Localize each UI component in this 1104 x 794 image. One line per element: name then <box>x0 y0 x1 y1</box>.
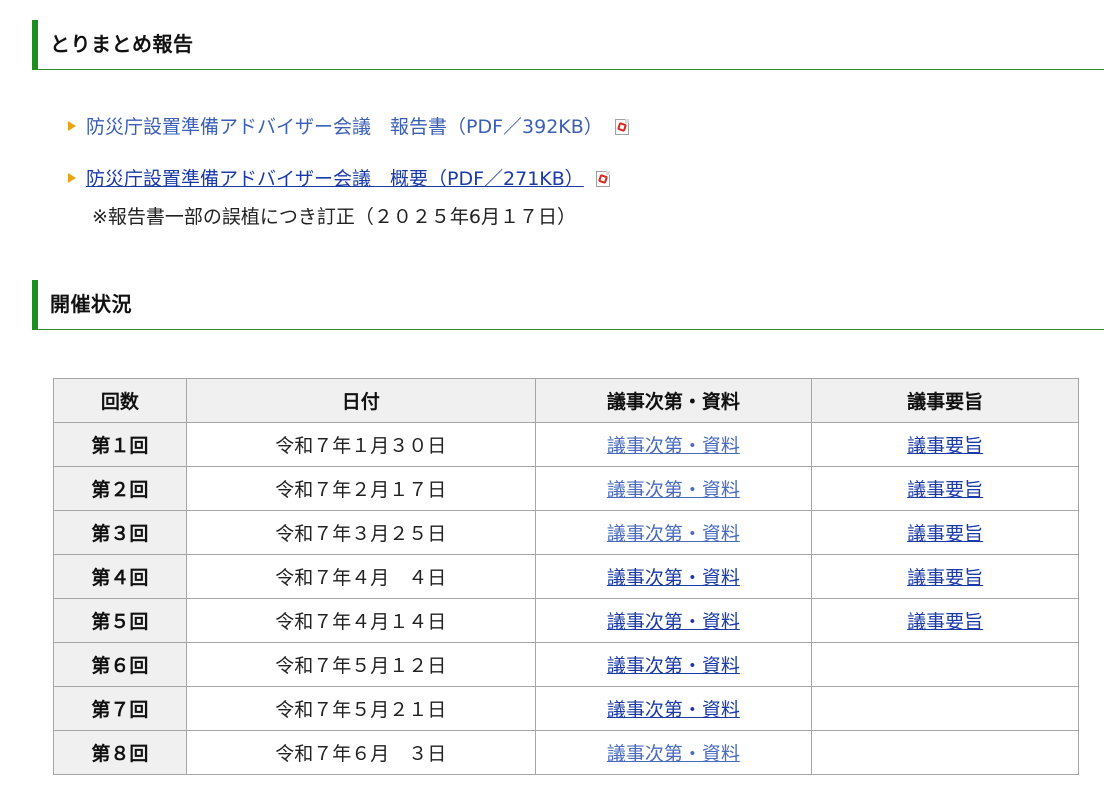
date-cell: 令和７年３月２５日 <box>185 510 536 555</box>
summary-cell: 議事要旨 <box>811 466 1079 511</box>
summary-cell: 議事要旨 <box>811 554 1079 599</box>
agenda-cell: 議事次第・資料 <box>534 730 813 775</box>
agenda-cell: 議事次第・資料 <box>534 554 813 599</box>
date-cell: 令和７年２月１７日 <box>185 466 536 511</box>
table-row: 第４回 令和７年４月 ４日 議事次第・資料 議事要旨 <box>53 554 1079 599</box>
column-header-summary: 議事要旨 <box>811 378 1079 423</box>
agenda-cell: 議事次第・資料 <box>534 510 813 555</box>
round-cell: 第３回 <box>53 510 187 555</box>
agenda-link[interactable]: 議事次第・資料 <box>607 523 740 545</box>
agenda-link[interactable]: 議事次第・資料 <box>607 743 740 765</box>
summary-section-title: とりまとめ報告 <box>50 32 194 56</box>
agenda-link[interactable]: 議事次第・資料 <box>607 479 740 501</box>
document-list: 防災庁設置準備アドバイザー会議 報告書（PDF／392KB） 防災庁設置準備アド… <box>68 114 1068 192</box>
agenda-link[interactable]: 議事次第・資料 <box>607 611 740 633</box>
date-cell: 令和７年４月１４日 <box>185 598 536 643</box>
summary-cell: 議事要旨 <box>811 510 1079 555</box>
table-row: 第３回 令和７年３月２５日 議事次第・資料 議事要旨 <box>53 510 1079 555</box>
pdf-icon <box>595 170 610 187</box>
round-cell: 第４回 <box>53 554 187 599</box>
summary-link[interactable]: 議事要旨 <box>907 435 983 457</box>
summary-cell: 議事要旨 <box>811 422 1079 467</box>
round-cell: 第２回 <box>53 466 187 511</box>
table-row: 第１回 令和７年１月３０日 議事次第・資料 議事要旨 <box>53 422 1079 467</box>
agenda-cell: 議事次第・資料 <box>534 466 813 511</box>
round-cell: 第１回 <box>53 422 187 467</box>
agenda-cell: 議事次第・資料 <box>534 642 813 687</box>
round-cell: 第５回 <box>53 598 187 643</box>
summary-link[interactable]: 議事要旨 <box>907 479 983 501</box>
meetings-section-heading: 開催状況 <box>32 280 1104 330</box>
table-row: 第２回 令和７年２月１７日 議事次第・資料 議事要旨 <box>53 466 1079 511</box>
summary-cell <box>811 642 1079 687</box>
agenda-link[interactable]: 議事次第・資料 <box>607 699 740 721</box>
column-header-date: 日付 <box>185 378 536 423</box>
agenda-cell: 議事次第・資料 <box>534 422 813 467</box>
date-cell: 令和７年５月２１日 <box>185 686 536 731</box>
summary-cell: 議事要旨 <box>811 598 1079 643</box>
erratum-note: ※報告書一部の誤植につき訂正（２０２５年6月１７日） <box>92 206 577 228</box>
date-cell: 令和７年５月１２日 <box>185 642 536 687</box>
table-row: 第８回 令和７年６月 ３日 議事次第・資料 <box>53 730 1079 775</box>
pdf-icon <box>614 118 629 135</box>
agenda-link[interactable]: 議事次第・資料 <box>607 567 740 589</box>
table-row: 第７回 令和７年５月２１日 議事次第・資料 <box>53 686 1079 731</box>
summary-link[interactable]: 議事要旨 <box>907 523 983 545</box>
summary-section-heading: とりまとめ報告 <box>32 20 1104 70</box>
agenda-link[interactable]: 議事次第・資料 <box>607 435 740 457</box>
date-cell: 令和７年１月３０日 <box>185 422 536 467</box>
round-cell: 第８回 <box>53 730 187 775</box>
table-row: 第５回 令和７年４月１４日 議事次第・資料 議事要旨 <box>53 598 1079 643</box>
list-item: 防災庁設置準備アドバイザー会議 概要（PDF／271KB） <box>68 166 1068 192</box>
summary-cell <box>811 730 1079 775</box>
date-cell: 令和７年４月 ４日 <box>185 554 536 599</box>
date-cell: 令和７年６月 ３日 <box>185 730 536 775</box>
table-header-row: 回数 日付 議事次第・資料 議事要旨 <box>53 378 1079 423</box>
overview-pdf-link[interactable]: 防災庁設置準備アドバイザー会議 概要（PDF／271KB） <box>86 168 584 190</box>
summary-cell <box>811 686 1079 731</box>
triangle-bullet-icon <box>68 120 76 131</box>
round-cell: 第６回 <box>53 642 187 687</box>
agenda-cell: 議事次第・資料 <box>534 598 813 643</box>
agenda-link[interactable]: 議事次第・資料 <box>607 655 740 677</box>
summary-link[interactable]: 議事要旨 <box>907 567 983 589</box>
table-row: 第６回 令和７年５月１２日 議事次第・資料 <box>53 642 1079 687</box>
summary-link[interactable]: 議事要旨 <box>907 611 983 633</box>
round-cell: 第７回 <box>53 686 187 731</box>
triangle-bullet-icon <box>68 172 76 183</box>
list-item: 防災庁設置準備アドバイザー会議 報告書（PDF／392KB） <box>68 114 1068 140</box>
report-pdf-link[interactable]: 防災庁設置準備アドバイザー会議 報告書（PDF／392KB） <box>86 116 603 138</box>
column-header-agenda: 議事次第・資料 <box>534 378 813 423</box>
meeting-status-table: 回数 日付 議事次第・資料 議事要旨 第１回 令和７年１月３０日 議事次第・資料… <box>53 378 1079 775</box>
column-header-round: 回数 <box>53 378 187 423</box>
page: とりまとめ報告 防災庁設置準備アドバイザー会議 報告書（PDF／392KB） 防… <box>0 0 1104 794</box>
meetings-section-title: 開催状況 <box>50 292 132 316</box>
agenda-cell: 議事次第・資料 <box>534 686 813 731</box>
